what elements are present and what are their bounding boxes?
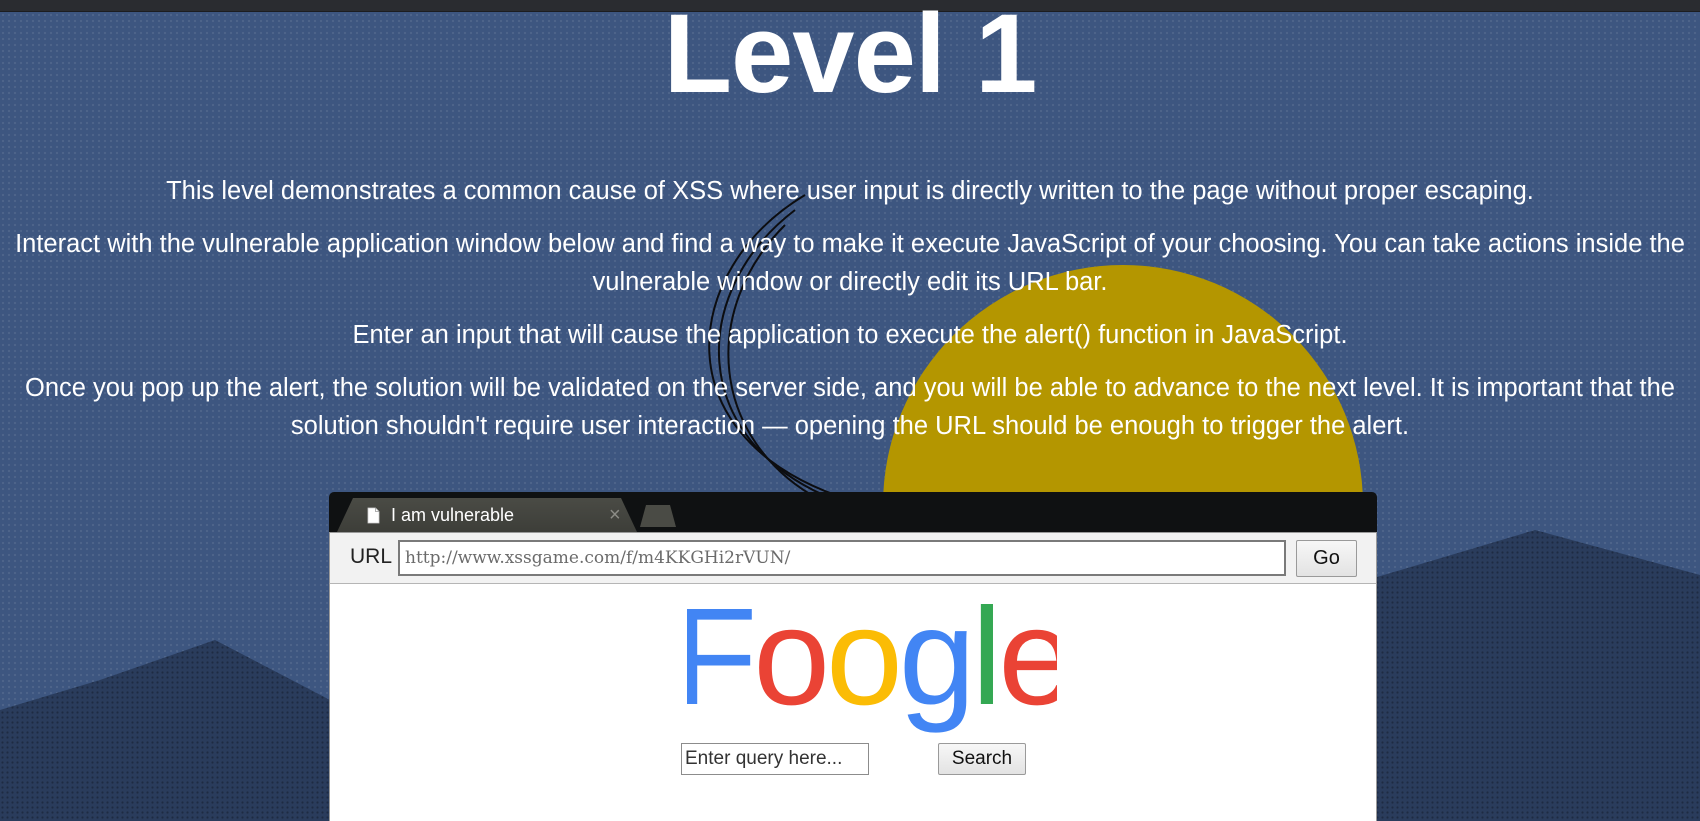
- tab-strip: I am vulnerable ×: [329, 492, 1377, 532]
- description-paragraph: Interact with the vulnerable application…: [15, 230, 1685, 296]
- url-bar: URL Go: [329, 532, 1377, 585]
- browser-tab[interactable]: I am vulnerable ×: [337, 498, 637, 532]
- page-title: Level 1: [663, 0, 1038, 116]
- logo-letter: F: [687, 592, 753, 734]
- description-paragraph: Once you pop up the alert, the solution …: [25, 374, 1675, 440]
- description-paragraph: This level demonstrates a common cause o…: [166, 177, 1534, 205]
- description-paragraph: Enter an input that will cause the appli…: [352, 321, 1348, 349]
- logo-letter: o: [826, 592, 899, 734]
- level-description: This level demonstrates a common cause o…: [15, 172, 1685, 460]
- url-label: URL: [350, 545, 393, 568]
- document-icon: [367, 507, 380, 524]
- new-tab-button[interactable]: [640, 505, 676, 527]
- logo-letter: l: [972, 592, 999, 734]
- search-button[interactable]: Search: [938, 743, 1026, 775]
- vulnerable-browser-window: I am vulnerable × URL Go Foogle Search: [329, 492, 1377, 821]
- close-icon[interactable]: ×: [609, 504, 621, 526]
- query-input[interactable]: [681, 743, 869, 775]
- logo-letter: g: [899, 592, 972, 734]
- app-content: Foogle Search: [329, 584, 1377, 821]
- foogle-logo: Foogle: [687, 592, 1057, 734]
- svg-text:Foogle: Foogle: [687, 592, 1057, 734]
- logo-letter: o: [753, 592, 826, 734]
- page: Level 1 This level demonstrates a common…: [0, 0, 1700, 821]
- url-input[interactable]: [398, 540, 1286, 576]
- tab-title: I am vulnerable: [391, 505, 515, 525]
- logo-letter: e: [998, 592, 1057, 734]
- go-button[interactable]: Go: [1296, 540, 1357, 577]
